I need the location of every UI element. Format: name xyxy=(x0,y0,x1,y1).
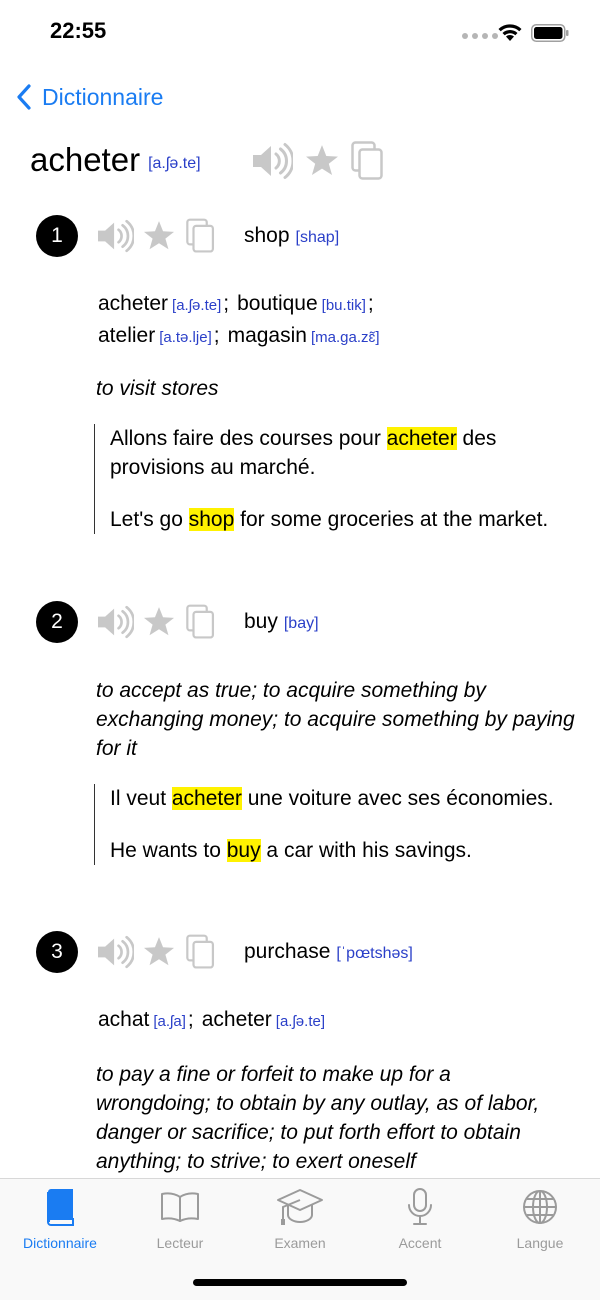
synonym-word[interactable]: atelier xyxy=(98,324,155,347)
example-english: Let's go shop for some groceries at the … xyxy=(110,508,549,531)
home-indicator[interactable] xyxy=(193,1279,407,1286)
star-icon xyxy=(143,221,175,250)
back-button[interactable]: Dictionnaire xyxy=(16,78,163,116)
chevron-left-icon xyxy=(17,84,31,110)
highlighted-term: acheter xyxy=(386,427,457,450)
sense-number-badge: 3 xyxy=(36,931,78,973)
sense-3-word: purchase [ˈpœtshəs] xyxy=(244,940,413,964)
tab-langue[interactable]: Langue xyxy=(480,1187,600,1251)
headword-favorite-button[interactable] xyxy=(302,140,342,182)
sense-number-badge: 2 xyxy=(36,601,78,643)
translation-word: purchase xyxy=(244,940,331,963)
example-english: He wants to buy a car with his savings. xyxy=(110,839,472,862)
speaker-icon xyxy=(253,143,293,179)
synonym-word[interactable]: magasin xyxy=(228,324,307,347)
sense-2-example: Il veut acheter une voiture avec ses éco… xyxy=(94,784,580,865)
speaker-icon xyxy=(98,605,134,639)
sense-2-header: 2 buy [bay] xyxy=(36,600,319,644)
example-french: Il veut acheter une voiture avec ses éco… xyxy=(110,787,554,810)
synonym-ipa: [a.ʃə.te] xyxy=(172,297,222,314)
sense-1-word: shop [shap] xyxy=(244,224,339,248)
highlighted-term: acheter xyxy=(171,787,242,810)
tab-dictionnaire[interactable]: Dictionnaire xyxy=(0,1187,120,1251)
speaker-icon xyxy=(98,935,134,969)
synonym-ipa: [ma.ga.zɛ̃] xyxy=(310,329,380,346)
sense-3-copy-button[interactable] xyxy=(186,934,216,970)
synonym-ipa: [a.tə.lje] xyxy=(159,329,212,346)
synonym-word[interactable]: acheter xyxy=(98,292,168,315)
graduation-cap-icon xyxy=(277,1189,323,1225)
sense-2-copy-button[interactable] xyxy=(186,604,216,640)
headword-actions xyxy=(250,140,388,182)
sense-2-speaker-button[interactable] xyxy=(96,605,134,639)
sense-1-example: Allons faire des courses pour acheter de… xyxy=(94,424,580,534)
synonym-ipa: [a.ʃa] xyxy=(153,1013,186,1030)
signal-dots-icon xyxy=(462,33,498,39)
translation-ipa: [ˈpœtshəs] xyxy=(336,945,413,962)
sense-1-header: 1 shop [shap] xyxy=(36,214,339,258)
tab-lecteur[interactable]: Lecteur xyxy=(120,1187,240,1251)
wifi-icon xyxy=(498,24,522,41)
translation-ipa: [shap] xyxy=(295,229,340,246)
highlighted-term: buy xyxy=(226,839,261,862)
translation-word: shop xyxy=(244,224,290,247)
speaker-icon xyxy=(98,219,134,253)
back-label: Dictionnaire xyxy=(42,83,164,110)
translation-ipa: [bay] xyxy=(283,615,319,632)
star-icon xyxy=(306,145,338,176)
book-icon xyxy=(46,1189,74,1226)
headword-copy-button[interactable] xyxy=(348,140,388,182)
sense-3-definition: to pay a fine or forfeit to make up for … xyxy=(96,1063,540,1173)
headword-speaker-button[interactable] xyxy=(250,140,294,182)
sense-number-badge: 1 xyxy=(36,215,78,257)
synonym-word[interactable]: achat xyxy=(98,1008,149,1031)
globe-icon xyxy=(523,1190,557,1224)
tab-accent[interactable]: Accent xyxy=(360,1187,480,1251)
sense-1-speaker-button[interactable] xyxy=(96,219,134,253)
synonym-word[interactable]: acheter xyxy=(202,1008,272,1031)
sense-1-definition: to visit stores xyxy=(96,377,219,400)
sense-3-favorite-button[interactable] xyxy=(142,936,176,968)
tab-label: Langue xyxy=(516,1235,564,1251)
status-bar: 22:55 xyxy=(0,0,600,66)
translation-word: buy xyxy=(244,610,278,633)
sense-1-copy-button[interactable] xyxy=(186,218,216,254)
synonym-ipa: [a.ʃə.te] xyxy=(275,1013,325,1030)
copy-icon xyxy=(351,141,383,180)
copy-icon xyxy=(186,934,215,969)
sense-3-header: 3 purchase [ˈpœtshəs] xyxy=(36,930,413,974)
headword: acheter xyxy=(30,141,141,178)
sense-3-synonyms: achat [a.ʃa]; acheter [a.ʃə.te] xyxy=(98,1008,325,1031)
headword-ipa: [a.ʃə.te] xyxy=(148,155,201,172)
copy-icon xyxy=(186,604,215,639)
example-french: Allons faire des courses pour acheter de… xyxy=(110,427,497,479)
sense-2-definition: to accept as true; to acquire something … xyxy=(96,679,575,760)
tab-examen[interactable]: Examen xyxy=(240,1187,360,1251)
synonym-ipa: [bu.tik] xyxy=(321,297,366,314)
tab-label: Lecteur xyxy=(156,1235,204,1251)
sense-2-word: buy [bay] xyxy=(244,610,319,634)
sense-1-synonyms: acheter [a.ʃə.te]; boutique [bu.tik]; ateli… xyxy=(98,292,380,347)
battery-icon xyxy=(531,24,569,42)
tab-label: Accent xyxy=(398,1235,442,1251)
synonym-word[interactable]: boutique xyxy=(237,292,318,315)
tab-label: Examen xyxy=(274,1235,326,1251)
star-icon xyxy=(143,607,175,636)
sense-2-favorite-button[interactable] xyxy=(142,606,176,638)
status-time: 22:55 xyxy=(50,18,107,43)
open-book-icon xyxy=(161,1192,199,1222)
star-icon xyxy=(143,937,175,966)
headword-row: acheter [a.ʃə.te] xyxy=(30,134,201,186)
copy-icon xyxy=(186,218,215,253)
sense-3-speaker-button[interactable] xyxy=(96,935,134,969)
microphone-icon xyxy=(408,1188,432,1225)
highlighted-term: shop xyxy=(188,508,235,531)
tab-label: Dictionnaire xyxy=(23,1235,97,1251)
sense-1-favorite-button[interactable] xyxy=(142,220,176,252)
